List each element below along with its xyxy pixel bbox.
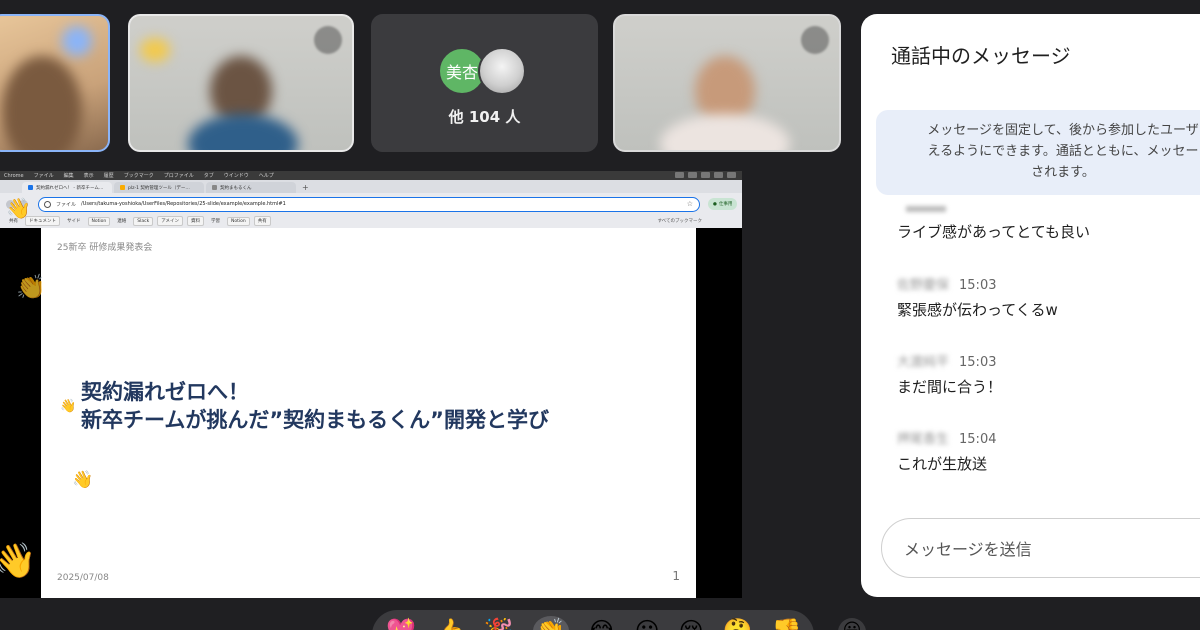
message-text: まだ間に合う！	[897, 378, 1003, 396]
all-bookmarks-link: すべてのブックマーク	[657, 219, 702, 224]
message-time: 15:03	[959, 278, 997, 293]
floating-reaction-wave-icon: 👋	[0, 541, 37, 581]
reaction-laugh-icon[interactable]: 😂	[588, 619, 616, 630]
bookmark-star-icon: ☆	[686, 199, 693, 208]
reaction-thinking-icon[interactable]: 🤔	[723, 619, 753, 630]
bookmark: Notion	[226, 216, 250, 226]
floating-reaction-wave-icon: 👋	[6, 196, 31, 220]
menubar-item: ブックマーク	[123, 173, 154, 179]
menubar-item: Chrome	[4, 172, 24, 179]
tile-more-options-icon[interactable]	[314, 26, 342, 54]
bookmark: 学習	[210, 219, 220, 224]
message-sender: 佐野慶保 15:03	[897, 274, 996, 293]
in-call-messages-panel: 通話中のメッセージ メッセージを固定して、後から参加したユーザ えるようにできま…	[861, 14, 1200, 597]
menubar-item: ファイル	[33, 173, 54, 179]
favicon-icon	[120, 185, 125, 190]
participant-tile-others[interactable]: 美杏 他 104 人	[371, 14, 598, 152]
reaction-heart-icon[interactable]: 💖	[386, 619, 416, 630]
message-text: 緊張感が伝わってくるw	[897, 301, 1058, 319]
tab-label: 契約漏れゼロへ！ - 新卒チーム…	[36, 185, 104, 191]
bookmark: Slack	[133, 216, 154, 226]
avatar-group: 美杏	[438, 47, 538, 97]
sender-name: 佐野慶保	[897, 278, 950, 293]
participant-tile-video[interactable]	[613, 14, 841, 152]
reaction-clap-icon[interactable]: 👏	[532, 616, 569, 630]
slide-title-line: 新卒チームが挑んだ”契約まもるくん”開発と学び	[81, 408, 549, 432]
menubar-item: ウインドウ	[223, 173, 249, 179]
favicon-icon	[28, 185, 33, 190]
chat-panel-title: 通話中のメッセージ	[891, 44, 1071, 68]
bookmark: サイド	[67, 219, 81, 224]
bookmarks-bar: 共有 ドキュメント サイド Notion 連絡 Slack アメイン 資料 学習…	[0, 215, 742, 227]
slide-title: 契約漏れゼロへ！ 新卒チームが挑んだ”契約まもるくん”開発と学び	[81, 378, 549, 434]
floating-reaction-wave-icon: 👋	[60, 399, 77, 414]
reaction-party-icon[interactable]: 🎉	[484, 619, 514, 630]
menubar-item: 表示	[83, 173, 94, 179]
reaction-thumbs-up-icon[interactable]: 👍	[435, 619, 465, 630]
profile-chip: ● 仕事用	[708, 198, 738, 210]
screen-share: Chrome ファイル 編集 表示 履歴 ブックマーク プロファイル タブ ウイ…	[0, 171, 742, 598]
bookmark: 共有	[253, 216, 271, 226]
browser-toolbar: ファイル /Users/takuma-yoshioka/UserFiles/Re…	[0, 194, 742, 214]
floating-reaction-clap-icon: 👏	[16, 273, 46, 301]
new-tab-icon: +	[302, 183, 309, 192]
message-sender: 大渡純平 15:03	[897, 351, 996, 370]
reaction-sad-icon[interactable]: 😢	[679, 619, 704, 630]
pin-info-banner: メッセージを固定して、後から参加したユーザ えるようにできます。通話とともに、メ…	[876, 110, 1200, 195]
tab-label: 契約まもるくん	[220, 185, 252, 191]
participant-tile-video[interactable]	[128, 14, 354, 152]
meet-call-screen: 美杏 他 104 人 Chrome ファイル 編集 表示 履歴 ブックマーク プ…	[0, 0, 1200, 630]
more-reactions-icon[interactable]: 😀	[838, 618, 866, 630]
bookmark: Notion	[87, 216, 111, 226]
participant-tile-active-speaker[interactable]	[0, 14, 110, 152]
reaction-surprised-icon[interactable]: 😮	[635, 619, 660, 630]
slide-date: 2025/07/08	[57, 573, 109, 583]
menubar-item: ヘルプ	[258, 173, 274, 179]
slide-header: 25新卒 研修成果発表会	[57, 243, 153, 253]
sender-name: 大渡純平	[897, 355, 950, 370]
browser-window: 契約漏れゼロへ！ - 新卒チーム… plz-1 契約管理ツール（デー… 契約まも…	[0, 180, 742, 228]
browser-tab: plz-1 契約管理ツール（デー…	[114, 182, 204, 193]
tile-more-options-icon[interactable]	[801, 26, 829, 54]
info-icon	[44, 200, 51, 208]
message-sender: 押尾香生 15:04	[897, 428, 996, 447]
avatar	[478, 47, 526, 95]
browser-tab: 契約漏れゼロへ！ - 新卒チーム…	[22, 182, 112, 193]
presentation-slide: 25新卒 研修成果発表会 契約漏れゼロへ！ 新卒チームが挑んだ”契約まもるくん”…	[41, 228, 696, 598]
pin-info-line: されます。	[1031, 165, 1095, 180]
browser-tab: 契約まもるくん	[206, 182, 296, 193]
profile-label: 仕事用	[718, 202, 733, 207]
menubar-status-icons	[675, 172, 736, 178]
slide-title-line: 契約漏れゼロへ！	[81, 380, 249, 404]
message-input[interactable]: メッセージを送信	[881, 518, 1200, 578]
message-text: これが生放送	[897, 455, 988, 473]
others-count-label: 他 104 人	[448, 108, 521, 126]
message-time: 15:04	[959, 432, 997, 447]
floating-reaction-wave-icon: 👋	[72, 470, 94, 490]
pin-info-line: えるようにできます。通話とともに、メッセー	[927, 144, 1199, 159]
favicon-icon	[212, 185, 217, 190]
browser-address-field: ファイル /Users/takuma-yoshioka/UserFiles/Re…	[38, 196, 700, 212]
bookmark: 資料	[186, 216, 204, 226]
menubar-item: 履歴	[103, 173, 114, 179]
message-sender-blurred	[906, 206, 946, 212]
bookmark: アメイン	[157, 216, 183, 226]
menubar-item: プロファイル	[163, 173, 194, 179]
bookmark: 連絡	[117, 219, 127, 224]
menubar-item: タブ	[203, 173, 214, 179]
sender-name: 押尾香生	[897, 432, 950, 447]
profile-icon: ●	[713, 201, 717, 207]
menubar-item: 編集	[63, 173, 74, 179]
address-scheme: ファイル	[56, 201, 77, 208]
mac-menubar: Chrome ファイル 編集 表示 履歴 ブックマーク プロファイル タブ ウイ…	[0, 171, 742, 180]
address-url: /Users/takuma-yoshioka/UserFiles/Reposit…	[81, 201, 286, 207]
slide-page-number: 1	[672, 569, 680, 583]
pin-info-line: メッセージを固定して、後から参加したユーザ	[927, 123, 1199, 138]
reaction-thumbs-down-icon[interactable]: 👎	[772, 619, 802, 630]
message-text: ライブ感があってとても良い	[897, 223, 1091, 241]
message-time: 15:03	[959, 355, 997, 370]
reaction-bar: 💖 👍 🎉 👏 😂 😮 😢 🤔 👎	[372, 610, 814, 630]
browser-tabstrip: 契約漏れゼロへ！ - 新卒チーム… plz-1 契約管理ツール（デー… 契約まも…	[0, 180, 742, 193]
tab-label: plz-1 契約管理ツール（デー…	[128, 185, 190, 191]
